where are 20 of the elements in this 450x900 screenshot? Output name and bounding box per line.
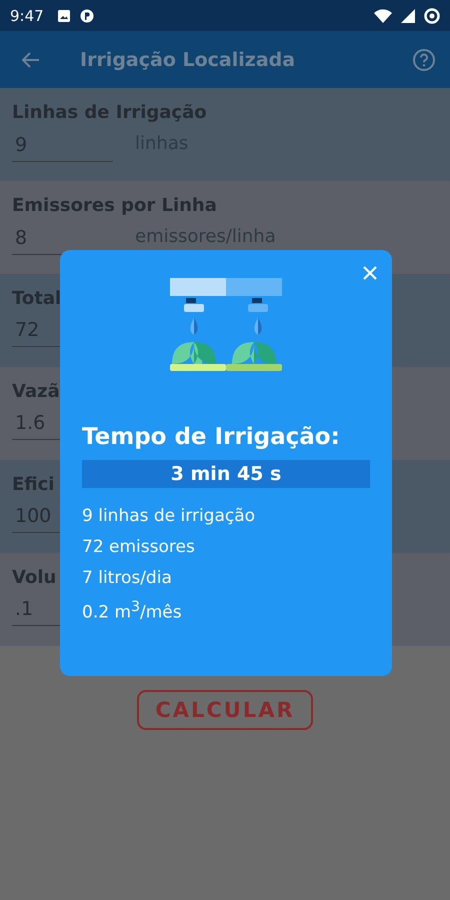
wifi-icon [374, 8, 392, 22]
sync-icon [424, 8, 440, 24]
calculate-button[interactable]: CALCULAR [137, 690, 313, 730]
result-detail: 0.2 m$^{3}$/mês [82, 599, 182, 623]
signal-icon [401, 8, 415, 22]
clock-time: 9:47 [10, 6, 44, 24]
help-icon[interactable] [412, 48, 436, 72]
field-label: Volu [12, 567, 56, 588]
result-detail: 72 emissores [82, 537, 195, 557]
parking-icon [80, 8, 94, 22]
field-label: Vazã [12, 381, 60, 402]
dialog-title: Tempo de Irrigação: [82, 424, 340, 450]
screen-title: Irrigação Localizada [80, 48, 296, 70]
close-icon[interactable] [362, 265, 378, 281]
back-arrow-icon[interactable] [22, 52, 40, 68]
image-icon [56, 8, 71, 22]
result-detail: 7 litros/dia [82, 568, 172, 588]
field-label: Emissores por Linha [12, 195, 217, 216]
result-value: 3 min 45 s [82, 460, 370, 488]
result-detail: 9 linhas de irrigação [82, 506, 256, 526]
